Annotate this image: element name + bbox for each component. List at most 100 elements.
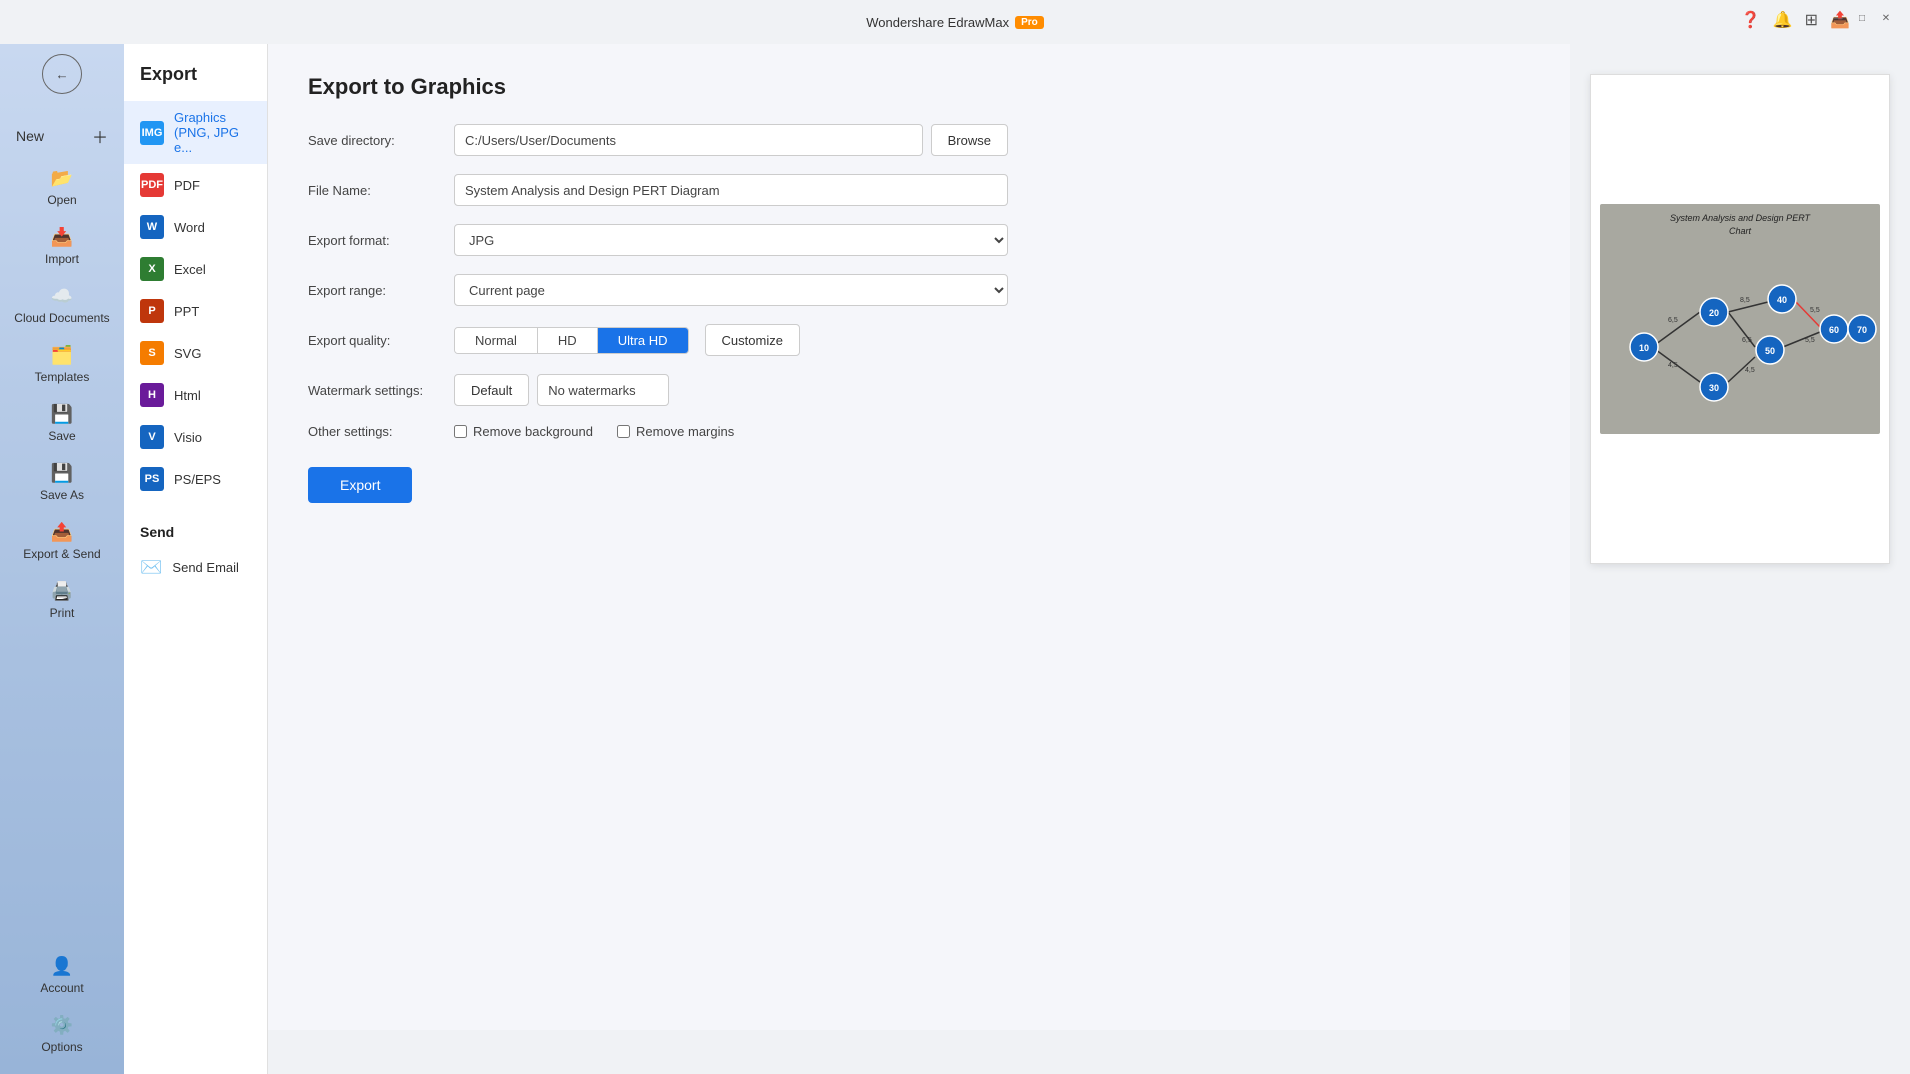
templates-icon: 🗂️ <box>51 345 73 366</box>
quality-normal-button[interactable]: Normal <box>455 328 538 353</box>
format-html[interactable]: H Html <box>124 374 267 416</box>
back-button[interactable]: ← <box>42 54 82 94</box>
word-file-icon: W <box>140 215 164 239</box>
remove-margins-label[interactable]: Remove margins <box>617 424 734 439</box>
export-button-row: Export <box>308 457 1008 503</box>
app-title-group: Wondershare EdrawMax Pro <box>866 15 1044 30</box>
watermark-group: Default No watermarks Default watermark … <box>454 374 669 406</box>
send-email[interactable]: ✉️ Send Email <box>124 548 267 587</box>
pert-svg: 6,5 4,5 8,5 6,5 4,5 5,5 5,5 10 20 30 4 <box>1600 237 1880 437</box>
browse-button[interactable]: Browse <box>931 124 1008 156</box>
print-icon: 🖨️ <box>51 581 73 602</box>
sidebar-item-account[interactable]: 👤 Account <box>0 946 124 1005</box>
ppt-file-icon: P <box>140 299 164 323</box>
word-label: Word <box>174 220 205 235</box>
sidebar-item-export-label: Export & Send <box>23 547 100 561</box>
export-range-row: Export range: Current page All pages Sel… <box>308 274 1008 306</box>
format-ppt[interactable]: P PPT <box>124 290 267 332</box>
quality-ultrahd-button[interactable]: Ultra HD <box>598 328 688 353</box>
format-svg[interactable]: S SVG <box>124 332 267 374</box>
sidebar-item-save-as[interactable]: 💾 Save As <box>0 453 124 512</box>
sidebar-item-new[interactable]: New ＋ <box>0 114 124 158</box>
back-icon: ← <box>55 67 68 82</box>
html-file-icon: H <box>140 383 164 407</box>
watermark-row: Watermark settings: Default No watermark… <box>308 374 1008 406</box>
visio-file-icon: V <box>140 425 164 449</box>
svg-text:50: 50 <box>1765 346 1775 356</box>
pdf-file-icon: PDF <box>140 173 164 197</box>
remove-margins-text: Remove margins <box>636 424 734 439</box>
open-icon: 📂 <box>51 168 73 189</box>
svg-text:5,5: 5,5 <box>1810 307 1820 314</box>
import-icon: 📥 <box>51 227 73 248</box>
cloud-icon: ☁️ <box>51 286 73 307</box>
sidebar-item-import[interactable]: 📥 Import <box>0 217 124 276</box>
sidebar-item-new-label: New <box>16 128 44 144</box>
sidebar-item-templates-label: Templates <box>35 370 90 384</box>
excel-file-icon: X <box>140 257 164 281</box>
graphics-label: Graphics (PNG, JPG e... <box>174 110 251 155</box>
sidebar-narrow: ← New ＋ 📂 Open 📥 Import ☁️ Cloud Documen… <box>0 44 124 1074</box>
sidebar-item-print-label: Print <box>50 606 75 620</box>
sidebar-item-export[interactable]: 📤 Export & Send <box>0 512 124 571</box>
remove-background-checkbox[interactable] <box>454 425 467 438</box>
watermark-default-button[interactable]: Default <box>454 374 529 406</box>
sidebar-item-save[interactable]: 💾 Save <box>0 394 124 453</box>
format-visio[interactable]: V Visio <box>124 416 267 458</box>
main-title: Export to Graphics <box>308 74 1530 100</box>
watermark-dropdown[interactable]: No watermarks Default watermark Custom w… <box>548 383 658 398</box>
format-excel[interactable]: X Excel <box>124 248 267 290</box>
excel-label: Excel <box>174 262 206 277</box>
remove-margins-checkbox[interactable] <box>617 425 630 438</box>
send-email-label: Send Email <box>172 560 238 575</box>
export-range-label: Export range: <box>308 283 438 298</box>
svg-text:6,5: 6,5 <box>1742 337 1752 344</box>
sidebar-item-open[interactable]: 📂 Open <box>0 158 124 217</box>
topbar: Wondershare EdrawMax Pro <box>0 0 1910 44</box>
sidebar-item-save-as-label: Save As <box>40 488 84 502</box>
export-panel-title: Export <box>124 64 267 101</box>
save-directory-control: Browse <box>454 124 1008 156</box>
account-icon: 👤 <box>51 956 73 977</box>
sidebar-item-options[interactable]: ⚙️ Options <box>0 1005 124 1064</box>
format-word[interactable]: W Word <box>124 206 267 248</box>
other-settings-label: Other settings: <box>308 424 438 439</box>
svg-text:30: 30 <box>1709 383 1719 393</box>
sidebar-item-cloud[interactable]: ☁️ Cloud Documents <box>0 276 124 335</box>
export-button[interactable]: Export <box>308 467 412 503</box>
send-section: Send ✉️ Send Email <box>124 520 267 587</box>
export-format-select[interactable]: JPG PNG BMP TIFF SVG <box>454 224 1008 256</box>
customize-button[interactable]: Customize <box>705 324 800 356</box>
sidebar-item-print[interactable]: 🖨️ Print <box>0 571 124 630</box>
export-quality-control: Normal HD Ultra HD Customize <box>454 324 1008 356</box>
format-graphics[interactable]: IMG Graphics (PNG, JPG e... <box>124 101 267 164</box>
pert-diagram-title: System Analysis and Design PERTChart <box>1600 204 1880 237</box>
export-quality-row: Export quality: Normal HD Ultra HD Custo… <box>308 324 1008 356</box>
pseps-label: PS/EPS <box>174 472 221 487</box>
email-icon: ✉️ <box>140 557 162 578</box>
export-format-label: Export format: <box>308 233 438 248</box>
sidebar-item-import-label: Import <box>45 252 79 266</box>
export-range-control: Current page All pages Selection <box>454 274 1008 306</box>
sidebar-item-templates[interactable]: 🗂️ Templates <box>0 335 124 394</box>
svg-text:10: 10 <box>1639 343 1649 353</box>
file-name-row: File Name: <box>308 174 1008 206</box>
svg-label: SVG <box>174 346 201 361</box>
quality-hd-button[interactable]: HD <box>538 328 598 353</box>
remove-background-label[interactable]: Remove background <box>454 424 593 439</box>
save-directory-input[interactable] <box>454 124 923 156</box>
remove-background-text: Remove background <box>473 424 593 439</box>
svg-text:20: 20 <box>1709 308 1719 318</box>
format-pdf[interactable]: PDF PDF <box>124 164 267 206</box>
watermark-select-wrapper[interactable]: No watermarks Default watermark Custom w… <box>537 374 669 406</box>
watermark-control: Default No watermarks Default watermark … <box>454 374 1008 406</box>
export-range-select[interactable]: Current page All pages Selection <box>454 274 1008 306</box>
file-name-control <box>454 174 1008 206</box>
export-format-panel: Export IMG Graphics (PNG, JPG e... PDF P… <box>124 44 268 1074</box>
pdf-label: PDF <box>174 178 200 193</box>
format-pseps[interactable]: PS PS/EPS <box>124 458 267 500</box>
svg-text:6,5: 6,5 <box>1668 317 1678 324</box>
sidebar-item-options-label: Options <box>41 1040 82 1054</box>
file-name-input[interactable] <box>454 174 1008 206</box>
svg-text:4,5: 4,5 <box>1745 367 1755 374</box>
